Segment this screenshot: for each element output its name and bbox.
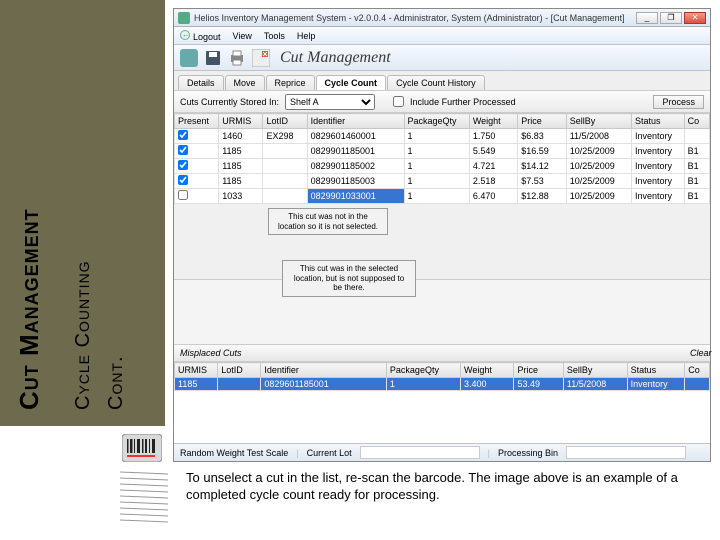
print-icon[interactable]: [228, 49, 246, 67]
help-menu[interactable]: Help: [297, 31, 316, 41]
separator: |: [488, 448, 490, 458]
app-window: Helios Inventory Management System - v2.…: [173, 8, 711, 462]
col-packageqty[interactable]: PackageQty: [404, 114, 469, 129]
back-arrow-icon: [180, 30, 190, 40]
location-select[interactable]: Shelf A: [285, 94, 375, 110]
m-col-price[interactable]: Price: [514, 363, 563, 378]
include-further-checkbox[interactable]: [393, 96, 404, 107]
slide-subtitle-1: Cycle Counting: [72, 260, 95, 410]
barcode-icon: [122, 434, 162, 462]
tab-details[interactable]: Details: [178, 75, 224, 90]
slide-subtitle-2: Cont.: [105, 355, 128, 410]
footnote: To unselect a cut in the list, re-scan t…: [186, 470, 706, 504]
app-icon: [178, 12, 190, 24]
col-present[interactable]: Present: [175, 114, 219, 129]
maximize-button[interactable]: ❐: [660, 12, 682, 24]
col-status[interactable]: Status: [631, 114, 684, 129]
tab-move[interactable]: Move: [225, 75, 265, 90]
include-further-label: Include Further Processed: [410, 97, 516, 107]
status-bin-label: Processing Bin: [498, 448, 558, 458]
tools-menu[interactable]: Tools: [264, 31, 285, 41]
status-bar: Random Weight Test Scale | Current Lot |…: [174, 443, 710, 461]
save-icon[interactable]: [204, 49, 222, 67]
status-scale: Random Weight Test Scale: [180, 448, 288, 458]
window-title: Helios Inventory Management System - v2.…: [194, 13, 636, 23]
tab-cycle-count[interactable]: Cycle Count: [316, 75, 387, 90]
title-bar: Helios Inventory Management System - v2.…: [174, 9, 710, 27]
present-checkbox[interactable]: [178, 175, 188, 185]
col-weight[interactable]: Weight: [469, 114, 517, 129]
m-col-urmis[interactable]: URMIS: [175, 363, 218, 378]
col-price[interactable]: Price: [518, 114, 566, 129]
processing-bin-input[interactable]: [566, 446, 686, 459]
slide-title: Cut Management: [14, 208, 45, 410]
m-col-co[interactable]: Co: [685, 363, 710, 378]
table-row[interactable]: 1185082990118500312.518$7.5310/25/2009In…: [175, 174, 710, 189]
note-not-in-location: This cut was not in the location so it i…: [268, 208, 388, 235]
status-lot-label: Current Lot: [307, 448, 352, 458]
close-button[interactable]: ✕: [684, 12, 706, 24]
m-col-status[interactable]: Status: [627, 363, 685, 378]
present-checkbox[interactable]: [178, 130, 188, 140]
col-identifier[interactable]: Identifier: [307, 114, 404, 129]
minimize-button[interactable]: _: [636, 12, 658, 24]
col-lotid[interactable]: LotID: [263, 114, 307, 129]
misplaced-grid: URMIS LotID Identifier PackageQty Weight…: [174, 362, 710, 391]
m-col-packageqty[interactable]: PackageQty: [386, 363, 460, 378]
table-row[interactable]: 1185082990118500214.721$14.1210/25/2009I…: [175, 159, 710, 174]
present-checkbox[interactable]: [178, 190, 188, 200]
note-misplaced: This cut was in the selected location, b…: [282, 260, 416, 297]
close-page-icon[interactable]: [252, 49, 270, 67]
tool-bar: Cut Management: [174, 45, 710, 71]
grid-empty-area: This cut was not in the location so it i…: [174, 204, 710, 280]
filter-bar: Cuts Currently Stored In: Shelf A Includ…: [174, 91, 710, 113]
mid-gap: [174, 280, 710, 344]
current-lot-input[interactable]: [360, 446, 480, 459]
process-button[interactable]: Process: [653, 95, 704, 109]
page-title: Cut Management: [280, 49, 391, 67]
decorative-scribble: [118, 468, 170, 528]
view-menu[interactable]: View: [233, 31, 252, 41]
misplaced-title: Misplaced Cuts: [180, 348, 242, 358]
logout-menu[interactable]: Logout: [180, 30, 221, 42]
tab-cycle-count-history[interactable]: Cycle Count History: [387, 75, 485, 90]
tab-reprice[interactable]: Reprice: [266, 75, 315, 90]
m-col-identifier[interactable]: Identifier: [261, 363, 387, 378]
cuts-grid: Present URMIS LotID Identifier PackageQt…: [174, 113, 710, 204]
col-co[interactable]: Co: [684, 114, 709, 129]
tabs: Details Move Reprice Cycle Count Cycle C…: [174, 71, 710, 91]
app-logo-icon: [180, 49, 198, 67]
filter-label: Cuts Currently Stored In:: [180, 97, 279, 107]
table-row[interactable]: 1033082990103300116.470$12.8810/25/2009I…: [175, 189, 710, 204]
menu-bar: Logout View Tools Help: [174, 27, 710, 45]
present-checkbox[interactable]: [178, 160, 188, 170]
misplaced-row[interactable]: 1185082960118500113.40053.4911/5/2008Inv…: [175, 378, 710, 391]
table-row[interactable]: 1185082990118500115.549$16.5910/25/2009I…: [175, 144, 710, 159]
col-sellby[interactable]: SellBy: [566, 114, 631, 129]
table-row[interactable]: 1460EX298082960146000111.750$6.8311/5/20…: [175, 129, 710, 144]
clear-link[interactable]: Clear: [690, 348, 704, 358]
m-col-lotid[interactable]: LotID: [218, 363, 261, 378]
separator: |: [296, 448, 298, 458]
m-col-weight[interactable]: Weight: [460, 363, 514, 378]
col-urmis[interactable]: URMIS: [219, 114, 263, 129]
present-checkbox[interactable]: [178, 145, 188, 155]
m-col-sellby[interactable]: SellBy: [563, 363, 627, 378]
misplaced-header: Misplaced Cuts Clear: [174, 344, 710, 362]
